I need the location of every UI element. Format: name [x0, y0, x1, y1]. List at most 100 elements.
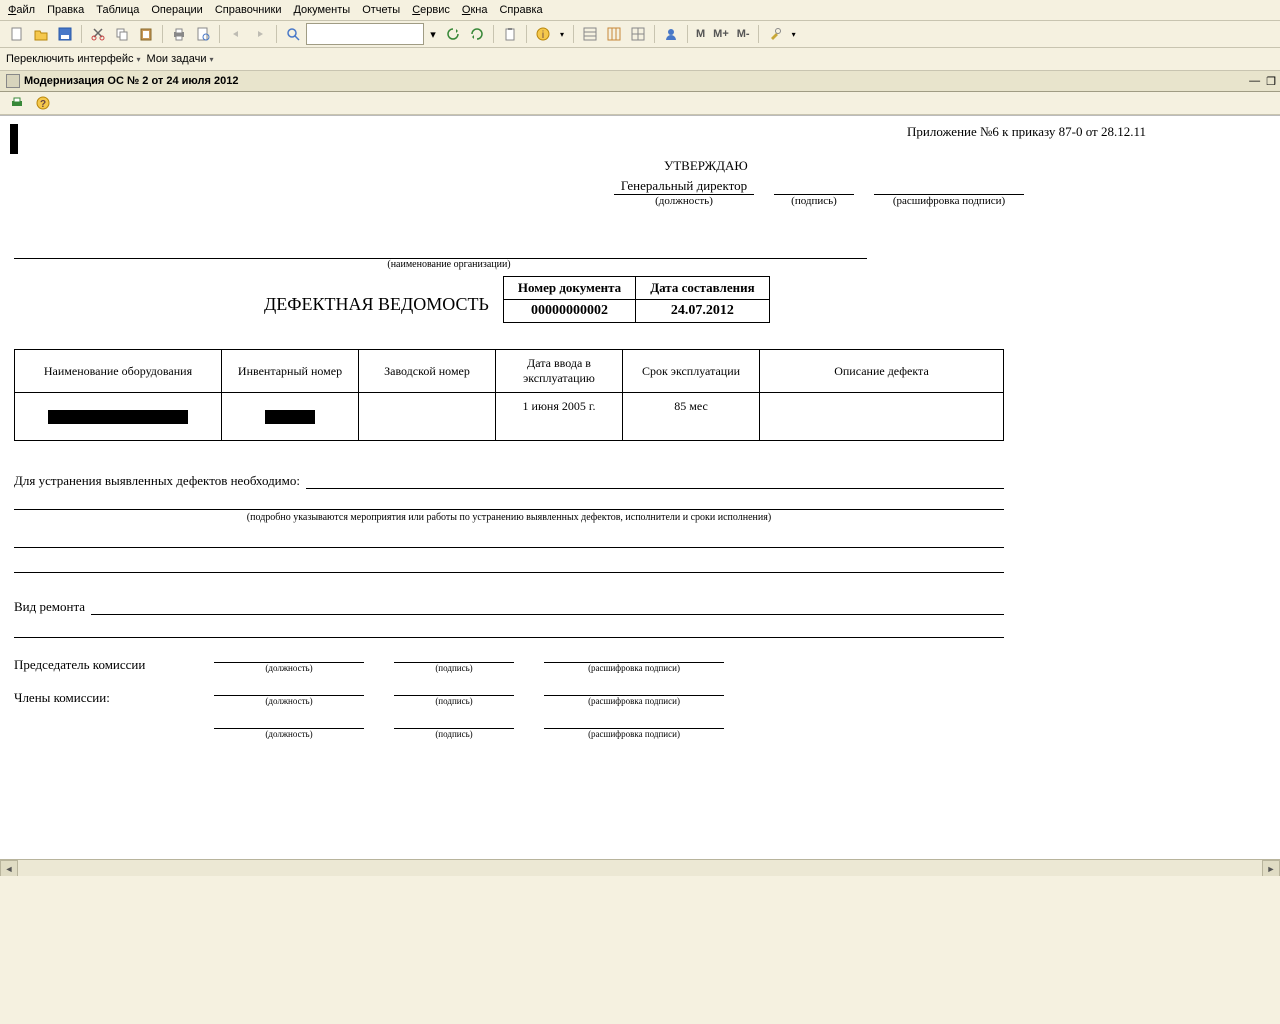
col-factory: Заводской номер	[359, 350, 496, 393]
repair-type-label: Вид ремонта	[14, 599, 85, 615]
menu-reports[interactable]: Отчеты	[362, 4, 400, 16]
cell-name	[15, 393, 222, 441]
committee-members-label: Члены комиссии:	[14, 690, 184, 706]
refresh-icon[interactable]	[442, 23, 464, 45]
menu-operations[interactable]: Операции	[151, 4, 202, 16]
m-button[interactable]: M	[693, 23, 708, 45]
clipboard-icon[interactable]	[499, 23, 521, 45]
open-icon[interactable]	[30, 23, 52, 45]
menu-table[interactable]: Таблица	[96, 4, 139, 16]
director-line: Генеральный директор	[614, 178, 754, 195]
paste-icon[interactable]	[135, 23, 157, 45]
signature-caption: (подпись)	[774, 195, 854, 207]
fix-line-3	[14, 533, 1004, 548]
menu-file[interactable]: Файл	[8, 4, 35, 16]
print-icon[interactable]	[168, 23, 190, 45]
grid1-icon[interactable]	[579, 23, 601, 45]
decipher-line	[874, 178, 1024, 195]
dropdown-icon[interactable]: ▾	[556, 23, 568, 45]
menu-help[interactable]: Справка	[499, 4, 542, 16]
info-icon[interactable]: i	[532, 23, 554, 45]
menu-documents[interactable]: Документы	[293, 4, 350, 16]
switch-interface-dropdown[interactable]: Переключить интерфейс	[6, 53, 141, 65]
cell-commission-date: 1 июня 2005 г.	[496, 393, 623, 441]
scroll-left-icon[interactable]: ◄	[0, 860, 18, 876]
user-icon[interactable]	[660, 23, 682, 45]
chair-position-caption: (должность)	[214, 663, 364, 673]
search-input[interactable]	[306, 23, 424, 45]
fix-label: Для устранения выявленных дефектов необх…	[14, 473, 300, 489]
scroll-right-icon[interactable]: ►	[1262, 860, 1280, 876]
tool-icon[interactable]	[764, 23, 786, 45]
document-tab[interactable]: Модернизация ОС № 2 от 24 июля 2012	[0, 71, 244, 91]
menu-file-rest: айл	[16, 4, 35, 16]
svg-text:i: i	[542, 30, 544, 41]
member1-decipher-caption: (расшифровка подписи)	[544, 696, 724, 706]
col-defect: Описание дефекта	[760, 350, 1004, 393]
redo-icon[interactable]	[249, 23, 271, 45]
main-toolbar: ▾ i ▾ M M+ M- ▾	[0, 21, 1280, 48]
chair-sign-caption: (подпись)	[394, 663, 514, 673]
number-header: Номер документа	[503, 277, 635, 300]
doc-print-icon[interactable]	[6, 92, 28, 114]
menu-bar: Файл Правка Таблица Операции Справочники…	[0, 0, 1280, 21]
svg-text:?: ?	[40, 99, 46, 110]
minimize-icon[interactable]: —	[1249, 75, 1260, 88]
signature-line	[774, 178, 854, 195]
search-dropdown-icon[interactable]: ▾	[426, 23, 440, 45]
grid3-icon[interactable]	[627, 23, 649, 45]
refresh2-icon[interactable]	[466, 23, 488, 45]
fix-note: (подробно указываются мероприятия или ра…	[14, 512, 1004, 523]
new-icon[interactable]	[6, 23, 28, 45]
undo-icon[interactable]	[225, 23, 247, 45]
menu-edit[interactable]: Правка	[47, 4, 84, 16]
document-tab-bar: Модернизация ОС № 2 от 24 июля 2012 — ❐	[0, 71, 1280, 92]
org-caption: (наименование организации)	[14, 259, 884, 270]
member2-decipher-caption: (расшифровка подписи)	[544, 729, 724, 739]
fix-line-1	[306, 474, 1004, 489]
cell-inv	[222, 393, 359, 441]
menu-service[interactable]: Сервис	[412, 4, 450, 16]
menu-windows[interactable]: Окна	[462, 4, 488, 16]
attachment-note: Приложение №6 к приказу 87-0 от 28.12.11	[14, 124, 1266, 140]
date-header: Дата составления	[636, 277, 769, 300]
cell-defect	[760, 393, 1004, 441]
document-tab-title: Модернизация ОС № 2 от 24 июля 2012	[24, 75, 238, 87]
number-value: 00000000002	[503, 300, 635, 323]
approve-label: УТВЕРЖДАЮ	[664, 158, 1266, 174]
preview-icon[interactable]	[192, 23, 214, 45]
date-value: 24.07.2012	[636, 300, 769, 323]
menu-catalogs[interactable]: Справочники	[215, 4, 282, 16]
copy-icon[interactable]	[111, 23, 133, 45]
col-name: Наименование оборудования	[15, 350, 222, 393]
cell-lifetime: 85 мес	[623, 393, 760, 441]
decipher-caption: (расшифровка подписи)	[874, 195, 1024, 207]
black-marker	[10, 124, 18, 154]
member1-sign-caption: (подпись)	[394, 696, 514, 706]
m-plus-button[interactable]: M+	[710, 23, 732, 45]
org-name-line	[17, 247, 867, 259]
repair-type-line	[91, 600, 1004, 615]
search-icon[interactable]	[282, 23, 304, 45]
chair-decipher-caption: (расшифровка подписи)	[544, 663, 724, 673]
number-date-table: Номер документа Дата составления 0000000…	[503, 276, 770, 323]
horizontal-scrollbar[interactable]: ◄ ►	[0, 859, 1280, 876]
m-minus-button[interactable]: M-	[734, 23, 753, 45]
cell-factory	[359, 393, 496, 441]
committee-chair-label: Председатель комиссии	[14, 657, 184, 673]
scroll-track[interactable]	[18, 860, 1262, 876]
fix-line-2	[14, 495, 1004, 510]
document-title: ДЕФЕКТНАЯ ВЕДОМОСТЬ	[14, 276, 489, 315]
tool-dropdown-icon[interactable]: ▾	[788, 23, 800, 45]
member2-sign-caption: (подпись)	[394, 729, 514, 739]
restore-icon[interactable]: ❐	[1266, 75, 1276, 88]
save-icon[interactable]	[54, 23, 76, 45]
help-icon[interactable]: ?	[32, 92, 54, 114]
my-tasks-dropdown[interactable]: Мои задачи	[147, 53, 214, 65]
document-icon	[6, 74, 20, 88]
cut-icon[interactable]	[87, 23, 109, 45]
grid2-icon[interactable]	[603, 23, 625, 45]
document-area: Приложение №6 к приказу 87-0 от 28.12.11…	[0, 115, 1280, 876]
equipment-table: Наименование оборудования Инвентарный но…	[14, 349, 1004, 441]
repair-line-2	[14, 623, 1004, 638]
